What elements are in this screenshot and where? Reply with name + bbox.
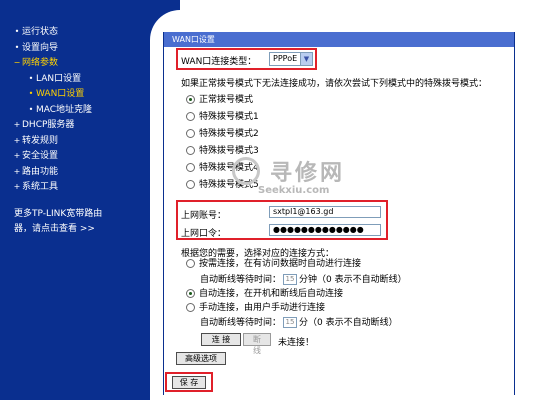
sidebar-item[interactable]: • MAC地址克隆 xyxy=(0,102,150,118)
connect-mode-label: 手动连接，由用户手动进行连接 xyxy=(199,303,326,313)
sidebar-item-label: 运行状态 xyxy=(22,27,59,37)
bullet-icon: + xyxy=(13,135,21,145)
watermark-logo-icon xyxy=(232,157,260,185)
bullet-icon: • xyxy=(14,27,20,36)
radio-button[interactable] xyxy=(186,129,195,138)
sidebar-item-label: 系统工具 xyxy=(22,182,59,192)
radio-ondemand[interactable] xyxy=(186,259,195,268)
sidebar-item[interactable]: + DHCP服务器 xyxy=(0,117,150,133)
more-link-line1: 更多TP-LINK宽带路由 xyxy=(14,209,103,219)
radio-manual[interactable] xyxy=(186,303,195,312)
dial-mode-option[interactable]: 特殊拨号模式1 xyxy=(186,110,259,124)
dial-mode-label: 特殊拨号模式1 xyxy=(199,112,259,122)
bullet-icon: • xyxy=(28,73,34,83)
sidebar-item-label: 路由功能 xyxy=(22,166,59,177)
sidebar-item[interactable]: • LAN口设置 xyxy=(0,71,150,87)
sidebar-item[interactable]: + 转发规则 xyxy=(0,133,150,149)
sidebar-item-label: 安全设置 xyxy=(22,151,59,161)
bullet-icon: + xyxy=(13,120,21,129)
sidebar-item-label: DHCP服务器 xyxy=(22,120,75,130)
watermark-url: Seekxiu.com xyxy=(258,185,330,196)
conn-type-select[interactable]: PPPoE ▼ xyxy=(269,52,313,66)
sidebar-item-label: 设置向导 xyxy=(22,42,59,53)
radio-auto[interactable] xyxy=(186,289,195,298)
connect-mode-auto[interactable]: 自动连接，在开机和断线后自动连接 xyxy=(186,287,343,301)
connect-mode-manual[interactable]: 手动连接，由用户手动进行连接 xyxy=(186,301,325,315)
password-label: 上网口令： xyxy=(181,229,227,239)
conn-type-label: WAN口连接类型： xyxy=(181,57,257,67)
account-label: 上网账号： xyxy=(181,211,227,221)
idle-unit-2: 分（0 表示不自动断线） xyxy=(299,318,398,328)
save-button[interactable]: 保 存 xyxy=(172,376,206,389)
idle-input-1[interactable]: 15 xyxy=(283,274,298,285)
connect-mode-label: 自动连接，在开机和断线后自动连接 xyxy=(199,289,344,299)
dial-mode-option[interactable]: 特殊拨号模式2 xyxy=(186,127,259,141)
sidebar-item-label: 转发规则 xyxy=(22,135,59,146)
radio-button[interactable] xyxy=(186,180,195,189)
more-products-link[interactable]: 更多TP-LINK宽带路由 器，请点击查看 >> xyxy=(14,207,144,237)
radio-button[interactable] xyxy=(186,163,195,172)
radio-button[interactable] xyxy=(186,146,195,155)
conn-type-value: PPPoE xyxy=(273,54,298,63)
connection-status: 未连接！ xyxy=(278,338,315,348)
sidebar-item-label: LAN口设置 xyxy=(36,73,82,84)
sidebar-item[interactable]: − 网络参数 xyxy=(0,55,150,71)
connect-button[interactable]: 连 接 xyxy=(201,333,241,346)
sidebar-item[interactable]: • 运行状态 xyxy=(0,24,150,40)
chevron-down-icon[interactable]: ▼ xyxy=(300,53,312,65)
sidebar-item[interactable]: + 路由功能 xyxy=(0,164,150,180)
sidebar-item[interactable]: • WAN口设置 xyxy=(0,86,150,102)
radio-button[interactable] xyxy=(186,112,195,121)
bullet-icon: + xyxy=(13,182,21,191)
idle-unit-1: 分钟（0 表示不自动断线） xyxy=(299,275,407,285)
sidebar-item-label: 网络参数 xyxy=(22,58,59,68)
disconnect-button[interactable]: 断 线 xyxy=(243,333,271,355)
radio-button[interactable] xyxy=(186,95,195,104)
dial-mode-option[interactable]: 正常拨号模式 xyxy=(186,93,253,107)
sidebar-item[interactable]: • 设置向导 xyxy=(0,40,150,56)
idle-input-2[interactable]: 15 xyxy=(283,317,298,328)
sidebar-item-label: WAN口设置 xyxy=(36,89,85,99)
panel-title: WAN口设置 xyxy=(164,32,514,47)
connect-mode-ondemand[interactable]: 按需连接，在有访问数据时自动进行连接 xyxy=(186,257,361,271)
more-link-line2: 器，请点击查看 >> xyxy=(14,224,95,234)
account-input[interactable]: sxtpl1@163.gd xyxy=(269,206,381,218)
special-dial-hint: 如果正常拨号模式下无法连接成功，请依次尝试下列模式中的特殊拨号模式： xyxy=(181,79,488,89)
sidebar-item[interactable]: + 系统工具 xyxy=(0,179,150,195)
bullet-icon: + xyxy=(13,151,21,160)
connect-mode-label: 按需连接，在有访问数据时自动进行连接 xyxy=(199,259,362,269)
bullet-icon: + xyxy=(13,166,21,176)
dial-mode-label: 正常拨号模式 xyxy=(199,95,254,105)
bullet-icon: • xyxy=(28,104,34,114)
idle-time-row-1: 自动断线等待时间： 15 分钟（0 表示不自动断线） xyxy=(200,273,407,287)
password-input[interactable]: ●●●●●●●●●●●●● xyxy=(269,224,381,236)
bullet-icon: • xyxy=(28,89,34,98)
dial-mode-label: 特殊拨号模式2 xyxy=(199,129,259,139)
sidebar-item-label: MAC地址克隆 xyxy=(36,104,93,115)
sidebar-item[interactable]: + 安全设置 xyxy=(0,148,150,164)
advanced-options-button[interactable]: 高级选项 xyxy=(176,352,226,365)
idle-time-row-2: 自动断线等待时间： 15 分（0 表示不自动断线） xyxy=(200,316,398,330)
sidebar-nav: • 运行状态 • 设置向导 − 网络参数 • LAN口设置 • WAN口设置 • MAC地址克隆 + DH… xyxy=(0,24,150,195)
bullet-icon: − xyxy=(13,58,21,67)
idle-label: 自动断线等待时间： xyxy=(200,275,282,285)
idle-label: 自动断线等待时间： xyxy=(200,318,282,328)
bullet-icon: • xyxy=(14,42,20,52)
watermark-text: 寻修网 xyxy=(270,161,346,186)
watermark: 寻修网 Seekxiu.com xyxy=(230,155,370,205)
